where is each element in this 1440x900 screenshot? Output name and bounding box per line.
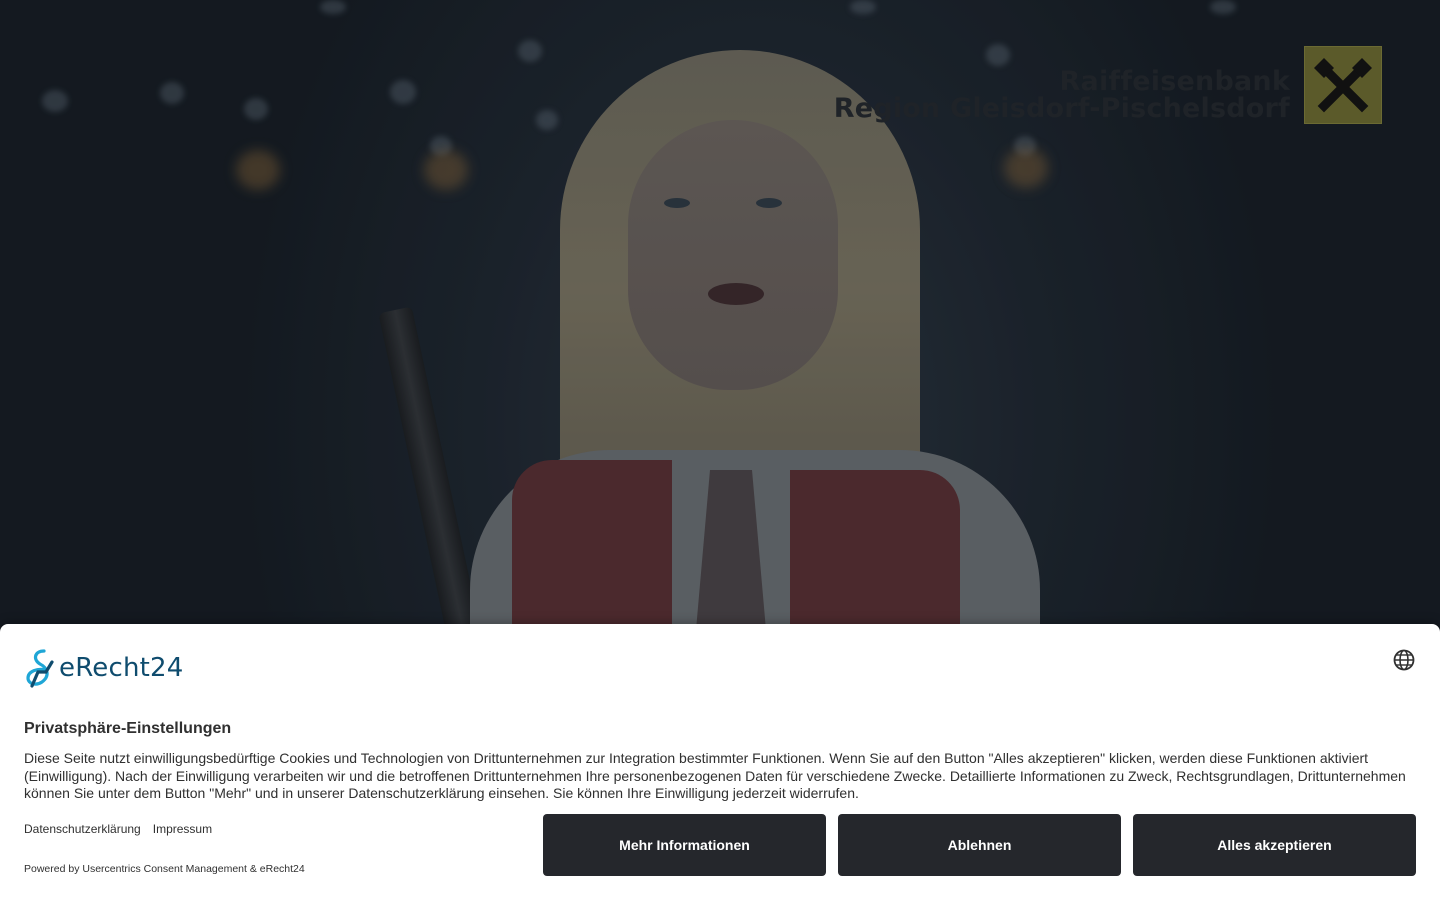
consent-links: Datenschutzerklärung Impressum (24, 822, 212, 836)
consent-title: Privatsphäre-Einstellungen (24, 720, 232, 737)
consent-description: Diese Seite nutzt einwilligungsbedürftig… (24, 750, 1406, 801)
brand-name: eRecht24 (59, 653, 184, 683)
accept-all-button[interactable]: Alles akzeptieren (1133, 814, 1416, 876)
deny-button[interactable]: Ablehnen (838, 814, 1121, 876)
erecht24-mark-icon (26, 649, 54, 688)
bank-name-line1: Raiffeisenbank (1059, 66, 1290, 97)
consent-banner: eRecht24 Privatsphäre-Einstellungen Dies… (0, 624, 1440, 900)
erecht24-logo: eRecht24 (24, 648, 184, 688)
bank-name-line2: Region Gleisdorf-Pischelsdorf (833, 93, 1290, 124)
globe-icon[interactable] (1392, 648, 1416, 672)
bank-logo: Raiffeisenbank Region Gleisdorf-Pischels… (834, 46, 1388, 126)
bank-name: Raiffeisenbank Region Gleisdorf-Pischels… (834, 68, 1290, 122)
privacy-policy-link[interactable]: Datenschutzerklärung (24, 822, 141, 836)
imprint-link[interactable]: Impressum (153, 822, 212, 836)
consent-buttons: Mehr Informationen Ablehnen Alles akzept… (543, 814, 1416, 876)
raiffeisen-icon (1304, 46, 1382, 124)
powered-by: Powered by Usercentrics Consent Manageme… (24, 863, 305, 875)
more-info-button[interactable]: Mehr Informationen (543, 814, 826, 876)
